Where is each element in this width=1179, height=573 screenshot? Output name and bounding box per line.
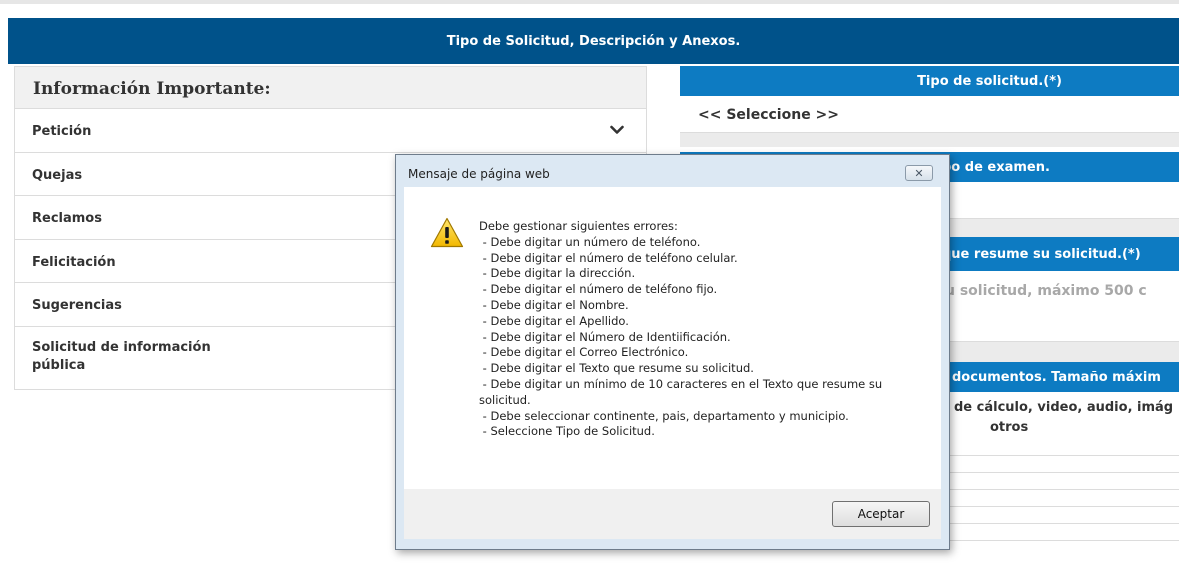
dialog-body: Debe gestionar siguientes errores: - Deb… [404,187,941,489]
dialog-title: Mensaje de página web [408,167,550,181]
accordion-label: Felicitación [32,255,116,270]
accordion-label: Quejas [32,168,83,183]
tipo-examen-label: po de examen. [942,159,1050,175]
documentos-label: documentos. Tamaño máxim [952,369,1161,385]
texto-solicitud-label: que resume su solicitud.(*) [942,246,1141,262]
accordion-item-peticion[interactable]: Petición [15,108,646,153]
accordion-label: Solicitud de información pública [32,340,211,373]
section-title: Tipo de Solicitud, Descripción y Anexos. [446,33,741,49]
tipo-solicitud-header: Tipo de solicitud.(*) [680,66,1179,96]
chevron-down-icon[interactable] [610,125,624,135]
panel-title: Información Importante: [33,79,271,99]
alert-dialog: Mensaje de página web ✕ Debe gestionar s… [395,154,950,550]
section-header: Tipo de Solicitud, Descripción y Anexos. [8,18,1179,64]
tipo-solicitud-value[interactable]: << Seleccione >> [698,107,839,123]
textarea-placeholder: u solicitud, máximo 500 c [945,283,1147,299]
tipo-solicitud-label: Tipo de solicitud.(*) [917,73,1062,89]
warning-icon [430,217,464,248]
dialog-message: Debe gestionar siguientes errores: - Deb… [479,219,883,439]
documentos-description: de cálculo, video, audio, imág [954,400,1174,415]
accordion-label: Sugerencias [32,298,122,313]
accordion-label: Reclamos [32,211,102,226]
documentos-header: documentos. Tamaño máxim [940,362,1179,392]
close-icon: ✕ [914,166,924,180]
accordion-label: Petición [32,124,92,139]
close-button[interactable]: ✕ [905,165,933,181]
accept-button[interactable]: Aceptar [832,501,930,527]
documentos-description-2: otros [990,420,1029,435]
